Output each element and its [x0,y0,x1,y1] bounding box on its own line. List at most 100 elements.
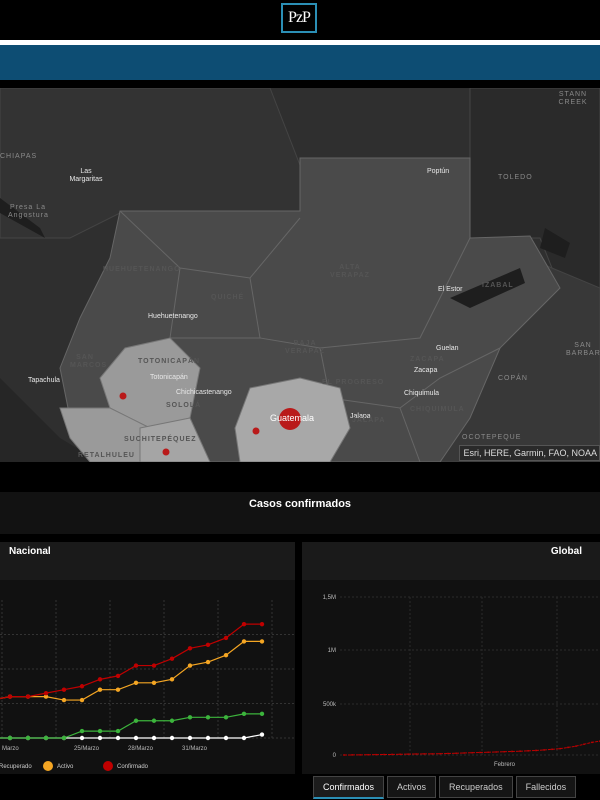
top-bar: PzP [0,0,600,40]
data-point [259,621,265,627]
map-label: IZABAL [482,282,514,289]
data-point [343,754,345,756]
data-point [527,749,529,752]
tab-activos[interactable]: Activos [387,776,437,798]
logo-text: PzP [288,9,311,26]
data-point [205,715,211,720]
legend-label: Recuperado [0,764,32,770]
map-label-guatemala: Guatemala [270,413,315,423]
section-gap [0,462,600,492]
data-point [133,735,139,741]
data-point [375,753,377,756]
data-point [7,694,13,699]
data-point [519,750,521,753]
legend-swatch [103,761,113,771]
data-point [535,749,537,752]
data-point [359,753,361,756]
map-label: SAN BARBARA [566,342,600,357]
data-point [415,753,417,755]
data-point [187,715,193,720]
x-tick-label: 28/Marzo [128,746,154,752]
data-point [471,751,473,754]
data-point [7,735,13,741]
section-title: Casos confirmados [0,492,600,534]
data-point [559,747,561,750]
data-point [79,684,85,689]
map-label: Poptún [427,168,450,175]
global-chart: 1,5M 1M 500k 0 Febrero [323,595,600,768]
data-point [455,752,457,755]
data-point [169,677,175,682]
data-point [97,728,103,734]
data-point [259,732,265,737]
data-point [97,735,103,741]
map-view[interactable]: CHIAPAS Las Margaritas Presa La Angostur… [0,88,600,462]
data-point [383,753,385,756]
map-label: JALAPA [352,417,386,424]
map-label: STANN CREEK [558,91,588,106]
data-point [241,621,247,627]
data-point [223,653,229,658]
data-point [61,697,67,703]
legend-label: Confirmado [117,764,149,770]
map-label: Chiquimula [404,390,440,397]
tab-confirmados[interactable]: Confirmados [313,776,385,799]
data-point [169,735,175,741]
data-point [241,639,247,644]
tab-fallecidos[interactable]: Fallecidos [515,776,577,798]
data-point [241,711,247,717]
data-point [223,735,229,741]
data-point [25,735,31,741]
series-line [0,713,262,739]
data-point [61,687,67,692]
data-point [567,746,569,749]
data-point [431,752,433,755]
data-point [495,751,497,753]
nav-band [0,45,600,80]
nacional-title: Nacional [0,542,295,580]
global-title: Global [302,542,600,580]
data-point [591,741,593,744]
map-label: HUEHUETENANGO [103,266,181,273]
data-point [61,735,67,741]
data-point [351,754,353,756]
site-logo[interactable]: PzP [281,3,317,33]
data-point [223,715,229,720]
data-point [487,751,489,754]
data-point [151,718,157,723]
data-point [97,687,103,692]
map-attribution: Esri, HERE, Garmin, FAO, NOAA [459,445,600,461]
data-point [79,728,85,734]
map-label: COPÁN [498,375,528,382]
map-label: Totonicapán [150,374,188,381]
tab-recuperados[interactable]: Recuperados [439,776,513,798]
data-point [187,663,193,668]
map-label: Tapachula [28,377,60,384]
data-point [169,718,175,723]
map-label: TOLEDO [498,174,533,181]
map-label: QUICHÉ [211,294,245,301]
data-point [447,752,449,755]
data-point [391,753,393,756]
data-point [43,690,49,696]
nacional-chart: Marzo 25/Marzo 28/Marzo 31/Marzo Recuperado A… [0,600,295,771]
map-svg [0,88,600,462]
data-point [479,751,481,754]
legend-swatch [43,761,53,771]
data-point [583,743,585,746]
data-point [79,735,85,741]
data-point [205,659,211,665]
map-label: RETALHULEU [78,452,135,459]
data-point [423,753,425,755]
data-point [223,635,229,641]
map-label: SOLOLÁ [166,402,202,409]
data-point [97,677,103,682]
map-label: El Estor [438,286,463,293]
map-label: ZACAPA [410,356,445,363]
y-tick-label: 1M [328,648,336,654]
data-point [241,735,247,741]
legend-label: Activo [57,764,74,770]
map-label: Zacapa [414,367,438,374]
data-point [115,687,121,692]
map-label: Las Margaritas [69,168,103,183]
